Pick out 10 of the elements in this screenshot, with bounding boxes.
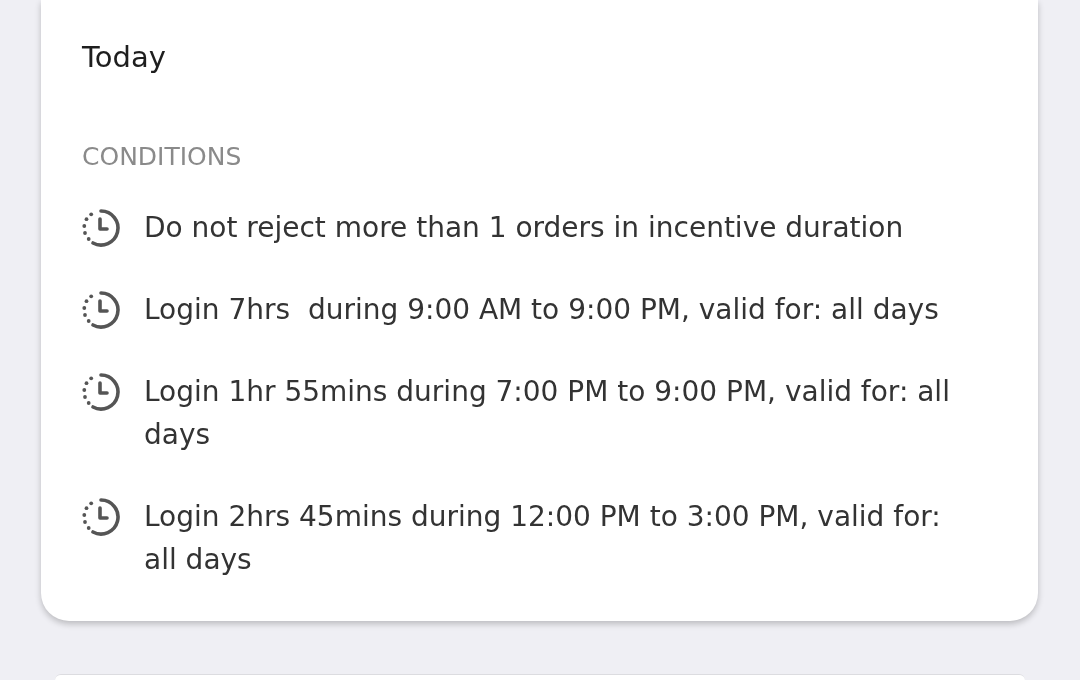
condition-text: Do not reject more than 1 orders in incentive duration <box>144 210 905 246</box>
conditions-heading: CONDITIONS <box>82 141 243 173</box>
clock-icon <box>80 206 122 249</box>
clock-icon <box>80 495 122 538</box>
condition-text: Login 2hrs 45mins during 12:00 PM to 3:00 PM, valid for: all days <box>144 499 942 578</box>
condition-text: Login 7hrs during 9:00 AM to 9:00 PM, valid for: all days <box>144 292 940 328</box>
validity-value: Today <box>82 39 167 75</box>
condition-text: Login 1hr 55mins during 7:00 PM to 9:00 PM, valid for: all days <box>144 374 951 453</box>
clock-icon <box>80 288 122 331</box>
clock-icon <box>80 370 122 413</box>
